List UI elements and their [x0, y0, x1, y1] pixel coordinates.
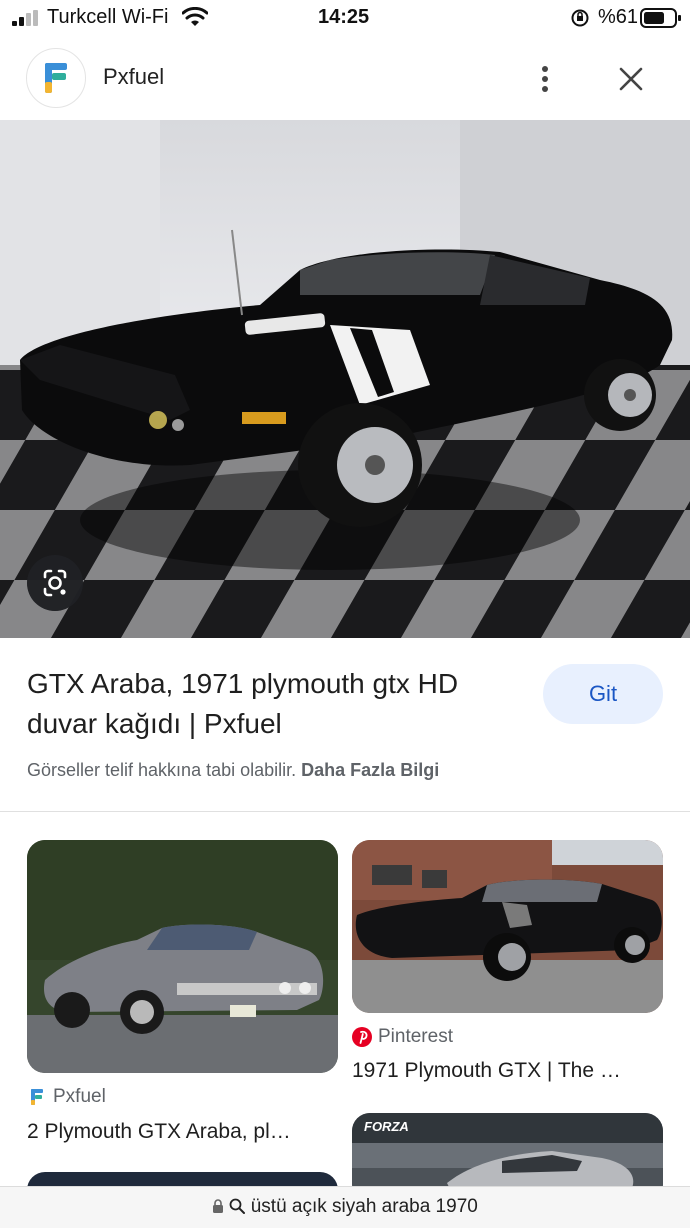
related-image-1[interactable] — [27, 840, 338, 1073]
forza-logo-text: FORZA — [364, 1119, 409, 1134]
search-query: üstü açık siyah araba 1970 — [250, 1196, 478, 1217]
pxfuel-icon — [45, 63, 67, 93]
section-divider — [0, 811, 690, 812]
site-name[interactable]: Pxfuel — [103, 64, 164, 90]
result-title[interactable]: GTX Araba, 1971 plymouth gtx HD duvar ka… — [27, 664, 517, 744]
related-source-name: Pinterest — [378, 1026, 453, 1047]
lock-icon — [213, 1199, 224, 1213]
silver-plymouth-photo — [27, 840, 338, 1073]
related-title-2[interactable]: 1971 Plymouth GTX | The … — [352, 1059, 662, 1083]
visit-button[interactable]: Git — [543, 664, 663, 724]
wifi-icon — [182, 7, 208, 26]
related-title-1[interactable]: 2 Plymouth GTX Araba, pl… — [27, 1120, 327, 1144]
battery-icon — [640, 8, 681, 28]
more-options-icon[interactable] — [528, 62, 562, 96]
url-display[interactable]: üstü açık siyah araba 1970 — [0, 1196, 690, 1218]
clock: 14:25 — [318, 6, 370, 28]
google-lens-icon[interactable] — [27, 555, 83, 611]
pxfuel-logo[interactable] — [26, 48, 86, 108]
main-car-image[interactable] — [0, 120, 690, 638]
search-icon — [230, 1198, 246, 1214]
related-source-name: Pxfuel — [53, 1086, 106, 1107]
battery-percentage: %61 — [598, 6, 639, 28]
pxfuel-icon — [31, 1089, 43, 1105]
black-muscle-car-photo — [0, 120, 690, 638]
copyright-text: Görseller telif hakkına tabi olabilir. — [27, 760, 297, 780]
related-image-2[interactable] — [352, 840, 663, 1013]
more-info-link[interactable]: Daha Fazla Bilgi — [301, 760, 439, 780]
orientation-lock-icon — [571, 9, 589, 27]
url-bar[interactable]: üstü açık siyah araba 1970 — [0, 1186, 690, 1228]
cellular-signal-icon — [12, 10, 38, 26]
black-plymouth-photo — [352, 840, 663, 1013]
copyright-notice: Görseller telif hakkına tabi olabilir. D… — [27, 760, 439, 781]
source-header: Pxfuel — [0, 40, 690, 120]
carrier-name: Turkcell Wi-Fi — [47, 6, 169, 28]
pinterest-icon — [352, 1027, 372, 1047]
status-bar: Turkcell Wi-Fi 14:25 %61 — [0, 0, 690, 36]
related-source-2[interactable]: Pinterest — [352, 1026, 453, 1048]
related-source-1[interactable]: Pxfuel — [27, 1086, 106, 1108]
close-icon[interactable] — [614, 62, 648, 96]
